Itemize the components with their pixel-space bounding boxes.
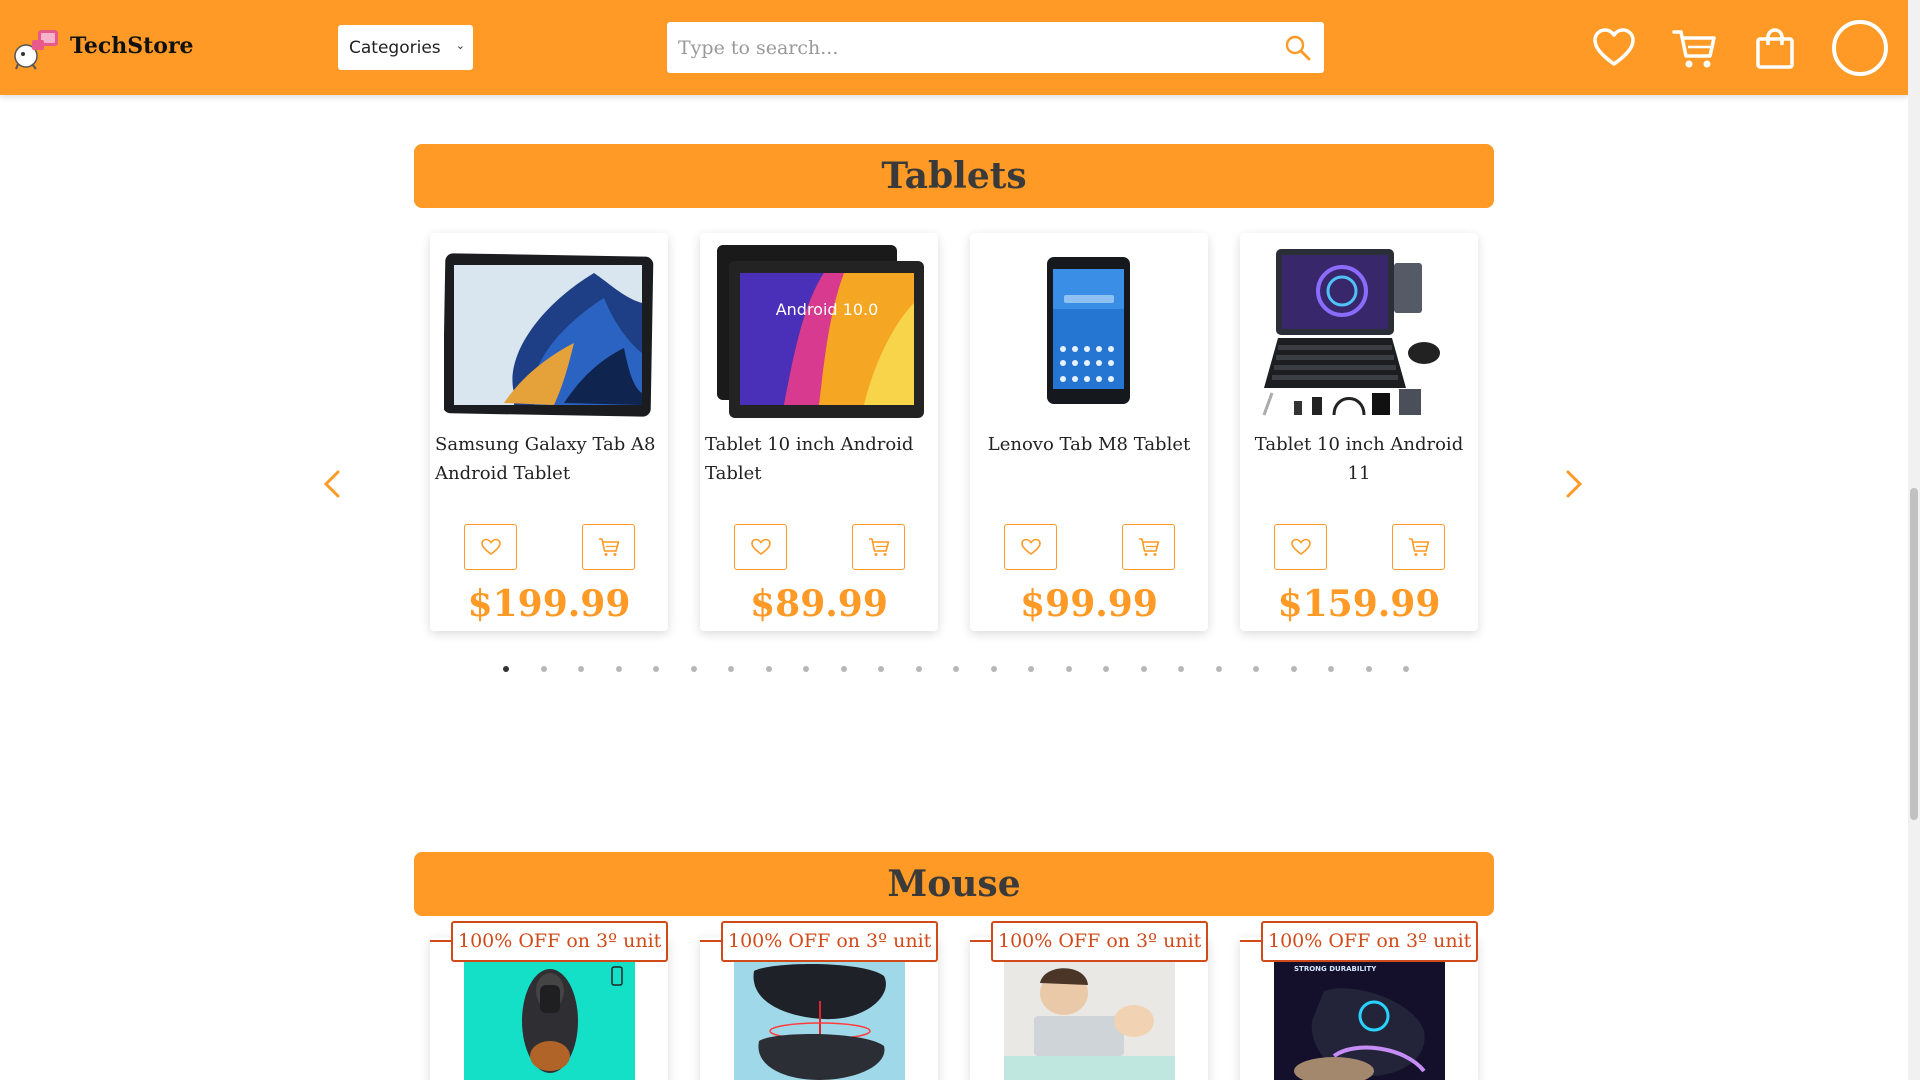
carousel-dot[interactable] [1066,666,1072,672]
product-price: $159.99 [1277,583,1441,625]
product-card[interactable]: Lenovo Tab M8 Tablet $99.99 [970,233,1208,631]
add-to-wishlist-button[interactable] [1004,524,1057,570]
top-header: TechStore Categories ⌄ [0,0,1908,95]
add-to-cart-button[interactable] [852,524,905,570]
scrollbar-thumb[interactable] [1910,488,1918,820]
promo-badge: 100% OFF on 3º unit [1261,921,1479,962]
add-to-cart-button[interactable] [1392,524,1445,570]
product-image[interactable] [734,961,905,1080]
product-image[interactable] [464,961,635,1080]
categories-dropdown[interactable]: Categories ⌄ [338,25,473,70]
product-image[interactable] [444,243,654,418]
carousel-dot[interactable] [991,666,997,672]
carousel-pagination [503,666,1409,676]
product-name[interactable]: Lenovo Tab M8 Tablet [975,430,1203,459]
carousel-dot[interactable] [578,666,584,672]
cart-icon [1408,538,1429,556]
add-to-wishlist-button[interactable] [1274,524,1327,570]
carousel-dot[interactable] [803,666,809,672]
product-card[interactable]: Android 10.0 Tablet 10 inch Android Tabl… [700,233,938,631]
carousel-dot[interactable] [541,666,547,672]
mouse-section-title: Mouse [414,852,1494,916]
product-price: $89.99 [750,583,888,625]
search-bar [667,22,1324,73]
product-name[interactable]: Tablet 10 inch Android Tablet [705,430,933,488]
categories-label: Categories [349,37,441,58]
carousel-dot[interactable] [953,666,959,672]
product-image[interactable] [984,243,1194,418]
screen-text: Android 10.0 [776,300,879,319]
carousel-dot[interactable] [503,666,509,672]
chevron-left-icon[interactable] [318,466,348,502]
chevron-down-icon: ⌄ [455,39,465,52]
carousel-dot[interactable] [1403,666,1409,672]
carousel-dot[interactable] [1328,666,1334,672]
page-scrollbar[interactable] [1908,0,1920,1080]
carousel-dot[interactable] [841,666,847,672]
heart-icon [1020,538,1041,555]
carousel-dot[interactable] [653,666,659,672]
heart-icon [750,538,771,555]
promo-badge: 100% OFF on 3º unit [721,921,939,962]
heart-icon [480,538,501,555]
carousel-dot[interactable] [728,666,734,672]
carousel-dot[interactable] [916,666,922,672]
add-to-cart-button[interactable] [1122,524,1175,570]
wishlist-heart-icon[interactable] [1592,26,1636,70]
carousel-dot[interactable] [691,666,697,672]
carousel-dot[interactable] [1253,666,1259,672]
product-card[interactable]: Tablet 10 inch Android 11 $159.99 [1240,233,1478,631]
promo-badge: 100% OFF on 3º unit [451,921,669,962]
product-price: $99.99 [1020,583,1158,625]
carousel-dot[interactable] [616,666,622,672]
carousel-dot[interactable] [1028,666,1034,672]
carousel-dot[interactable] [1103,666,1109,672]
cart-icon [1138,538,1159,556]
promo-badge: 100% OFF on 3º unit [991,921,1209,962]
shopping-bag-icon[interactable] [1753,26,1797,70]
product-name[interactable]: Tablet 10 inch Android 11 [1245,430,1473,488]
cart-icon [598,538,619,556]
add-to-wishlist-button[interactable] [734,524,787,570]
carousel-dot[interactable] [878,666,884,672]
search-input[interactable] [667,22,1267,73]
carousel-dot[interactable] [1216,666,1222,672]
carousel-dot[interactable] [1141,666,1147,672]
cart-icon [868,538,889,556]
heart-icon [1290,538,1311,555]
product-image[interactable]: Android 10.0 [714,243,924,418]
carousel-dot[interactable] [1291,666,1297,672]
product-image[interactable]: STRONG DURABILITY [1274,961,1445,1080]
user-avatar[interactable] [1832,20,1888,76]
add-to-wishlist-button[interactable] [464,524,517,570]
product-price: $199.99 [467,583,631,625]
search-icon[interactable] [1284,34,1312,62]
brand-name[interactable]: TechStore [70,33,194,59]
product-name[interactable]: Samsung Galaxy Tab A8 Android Tablet [435,430,663,488]
carousel-dot[interactable] [766,666,772,672]
add-to-cart-button[interactable] [582,524,635,570]
image-text: STRONG DURABILITY [1294,965,1377,973]
carousel-dot[interactable] [1178,666,1184,672]
product-image[interactable] [1004,961,1175,1080]
carousel-dot[interactable] [1366,666,1372,672]
cart-icon[interactable] [1672,26,1716,70]
techstore-logo-icon[interactable] [12,26,62,70]
product-image[interactable] [1254,243,1464,418]
chevron-right-icon[interactable] [1558,466,1588,502]
product-card[interactable]: Samsung Galaxy Tab A8 Android Tablet $19… [430,233,668,631]
tablets-section-title: Tablets [414,144,1494,208]
